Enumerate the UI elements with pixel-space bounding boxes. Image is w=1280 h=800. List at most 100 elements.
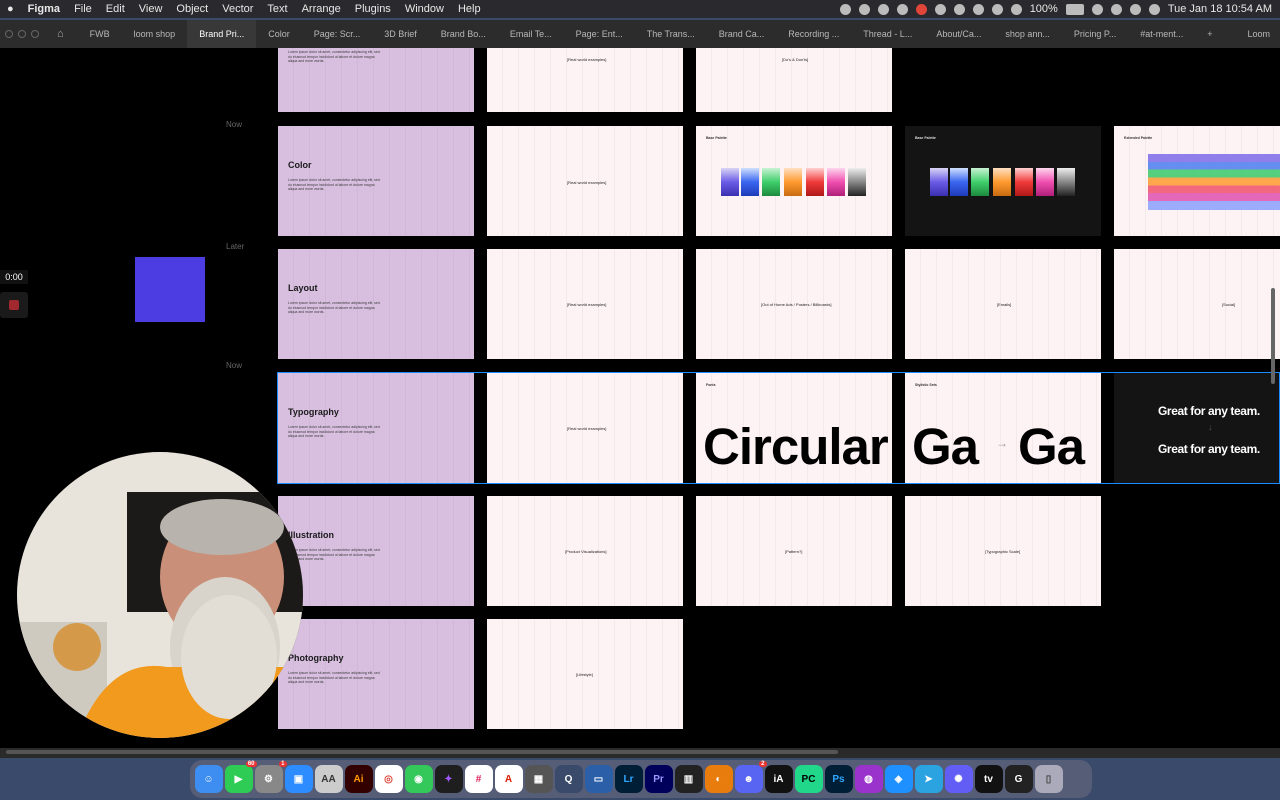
tab-brand-bo[interactable]: Brand Bo... bbox=[429, 29, 498, 39]
frame-real-world-top[interactable]: [Real world examples] bbox=[487, 48, 683, 112]
frame-great-for-any-team[interactable]: Great for any team. ↓ Great for any team… bbox=[1114, 373, 1280, 483]
bluetooth-icon[interactable] bbox=[1010, 3, 1022, 15]
frame-product-visualizations[interactable]: [Product Visualizations] bbox=[487, 496, 683, 606]
grammarly-status-icon[interactable] bbox=[858, 3, 870, 15]
play-status-icon[interactable] bbox=[972, 3, 984, 15]
frame-pattern[interactable]: [Pattern?] bbox=[696, 496, 892, 606]
zoom-icon[interactable]: ▣ bbox=[284, 765, 313, 793]
screen-icon[interactable]: ▭ bbox=[584, 765, 613, 793]
illustrator-icon[interactable]: Ai bbox=[344, 765, 373, 793]
menu-edit[interactable]: Edit bbox=[99, 3, 132, 15]
messages-icon[interactable]: ◉ bbox=[404, 765, 433, 793]
battery-icon[interactable] bbox=[1065, 3, 1084, 15]
minimize-window-button[interactable] bbox=[18, 30, 26, 38]
control-center-icon[interactable] bbox=[1129, 3, 1141, 15]
piano-icon[interactable]: ▥ bbox=[674, 765, 703, 793]
menu-app-figma[interactable]: Figma bbox=[21, 3, 67, 15]
bear-status-icon[interactable] bbox=[896, 3, 908, 15]
tab-about-ca[interactable]: About/Ca... bbox=[924, 29, 993, 39]
menu-view[interactable]: View bbox=[132, 3, 170, 15]
quicktime-icon[interactable]: Q bbox=[554, 765, 583, 793]
frame-dos-donts[interactable]: [Do's & Don'ts] bbox=[696, 48, 892, 112]
ia-writer-icon[interactable]: iA bbox=[764, 765, 793, 793]
frame-typographic-scale[interactable]: [Typographic Scale] bbox=[905, 496, 1101, 606]
system-preferences-icon[interactable]: ⚙ 1 bbox=[254, 761, 287, 793]
chrome-icon[interactable]: ◎ bbox=[374, 765, 403, 793]
vertical-scrollbar[interactable] bbox=[1271, 288, 1275, 384]
tab-page-ent[interactable]: Page: Ent... bbox=[564, 29, 635, 39]
tab-at-ment[interactable]: #at-ment... bbox=[1128, 29, 1195, 39]
frame-out-of-home[interactable]: [Out of Home Ads / Posters / Billboards] bbox=[696, 249, 892, 359]
menu-object[interactable]: Object bbox=[169, 3, 215, 15]
tab-page-scr[interactable]: Page: Scr... bbox=[302, 29, 373, 39]
frame-stylistic-sets[interactable]: Stylistic Sets Ga → Ga bbox=[905, 373, 1101, 483]
wifi-icon[interactable] bbox=[1091, 3, 1103, 15]
menu-plugins[interactable]: Plugins bbox=[348, 3, 398, 15]
frame-color-section[interactable]: Color Lorem ipsum dolor sit amet, consec… bbox=[278, 126, 474, 236]
new-tab-button[interactable]: + bbox=[1195, 29, 1224, 39]
menu-file[interactable]: File bbox=[67, 3, 99, 15]
loom-icon[interactable]: ✺ bbox=[944, 765, 973, 793]
horizontal-scrollbar[interactable] bbox=[0, 748, 1280, 758]
zoom-window-button[interactable] bbox=[31, 30, 39, 38]
notification-status-icon[interactable] bbox=[915, 3, 927, 15]
settings-status-icon[interactable] bbox=[953, 3, 965, 15]
tab-fwb[interactable]: FWB bbox=[78, 29, 122, 39]
photoshop-icon[interactable]: Ps bbox=[824, 765, 853, 793]
menu-arrange[interactable]: Arrange bbox=[295, 3, 348, 15]
frame-illustration-section[interactable]: Illustration Lorem ipsum dolor sit amet,… bbox=[278, 496, 474, 606]
siri-icon[interactable] bbox=[1148, 3, 1160, 15]
frame-base-palette[interactable]: Base Palette bbox=[696, 126, 892, 236]
frame-typography-section[interactable]: Typography Lorem ipsum dolor sit amet, c… bbox=[278, 373, 474, 483]
tab-pricing[interactable]: Pricing P... bbox=[1062, 29, 1128, 39]
finder-icon[interactable]: ☺ bbox=[194, 765, 223, 793]
scroll-thumb[interactable] bbox=[6, 750, 838, 754]
stop-recording-button[interactable] bbox=[0, 292, 28, 318]
lightroom-icon[interactable]: Lr bbox=[614, 765, 643, 793]
tab-recording[interactable]: Recording ... bbox=[776, 29, 851, 39]
password-status-icon[interactable] bbox=[934, 3, 946, 15]
frame-lifestyle[interactable]: [Lifestyle] bbox=[487, 619, 683, 729]
tab-thread[interactable]: Thread - L... bbox=[851, 29, 924, 39]
clock[interactable]: Tue Jan 18 10:54 AM bbox=[1168, 3, 1272, 15]
loom-tab-label[interactable]: Loom bbox=[1247, 29, 1280, 39]
close-window-button[interactable] bbox=[5, 30, 13, 38]
calculator-icon[interactable]: ▦ bbox=[524, 765, 553, 793]
facetime-icon[interactable]: ▶ 60 bbox=[224, 761, 257, 793]
pycharm-icon[interactable]: PC bbox=[794, 765, 823, 793]
tab-email-te[interactable]: Email Te... bbox=[498, 29, 564, 39]
frame-typography-real-world[interactable]: [Real world examples] bbox=[487, 373, 683, 483]
menu-vector[interactable]: Vector bbox=[215, 3, 260, 15]
logi-icon[interactable]: G bbox=[1004, 765, 1033, 793]
tab-shop-ann[interactable]: shop ann... bbox=[993, 29, 1062, 39]
figma-icon[interactable]: ✦ bbox=[434, 765, 463, 793]
tab-the-trans[interactable]: The Trans... bbox=[635, 29, 707, 39]
tab-brand-principles[interactable]: Brand Pri... bbox=[187, 20, 257, 48]
menu-help[interactable]: Help bbox=[451, 3, 488, 15]
webcam-bubble[interactable] bbox=[17, 452, 303, 738]
frame-color-real-world[interactable]: [Real world examples] bbox=[487, 126, 683, 236]
frame-base-palette-dark[interactable]: Base Palette bbox=[905, 126, 1101, 236]
zoom-status-icon[interactable] bbox=[839, 3, 851, 15]
trash-icon[interactable]: ▯ bbox=[1034, 765, 1063, 793]
premiere-icon[interactable]: Pr bbox=[644, 765, 673, 793]
frame-social[interactable]: [Social] bbox=[1114, 249, 1280, 359]
frame-layout-real-world[interactable]: [Real world examples] bbox=[487, 249, 683, 359]
frame-layout-section[interactable]: Layout Lorem ipsum dolor sit amet, conse… bbox=[278, 249, 474, 359]
apple-icon[interactable]: ● bbox=[0, 3, 21, 15]
apple-tv-icon[interactable]: tv bbox=[974, 765, 1003, 793]
slack-icon[interactable]: # bbox=[464, 765, 493, 793]
font-book-icon[interactable]: AA bbox=[314, 765, 343, 793]
acrobat-icon[interactable]: A bbox=[494, 765, 523, 793]
frame-extended-palette[interactable]: Extended Palette bbox=[1114, 126, 1280, 236]
frame-photography-section[interactable]: Photography Lorem ipsum dolor sit amet, … bbox=[278, 619, 474, 729]
moon-status-icon[interactable] bbox=[991, 3, 1003, 15]
menu-window[interactable]: Window bbox=[398, 3, 451, 15]
discord-icon[interactable]: ☻ 2 bbox=[734, 761, 767, 793]
cloud-status-icon[interactable] bbox=[877, 3, 889, 15]
frame-section-top[interactable]: Lorem ipsum dolor sit amet, consectetur … bbox=[278, 48, 474, 112]
search-icon[interactable] bbox=[1110, 3, 1122, 15]
home-icon[interactable]: ⌂ bbox=[57, 28, 64, 40]
safari-icon[interactable]: ◈ bbox=[884, 765, 913, 793]
frame-fonts-circular[interactable]: Fonts Circular bbox=[696, 373, 892, 483]
